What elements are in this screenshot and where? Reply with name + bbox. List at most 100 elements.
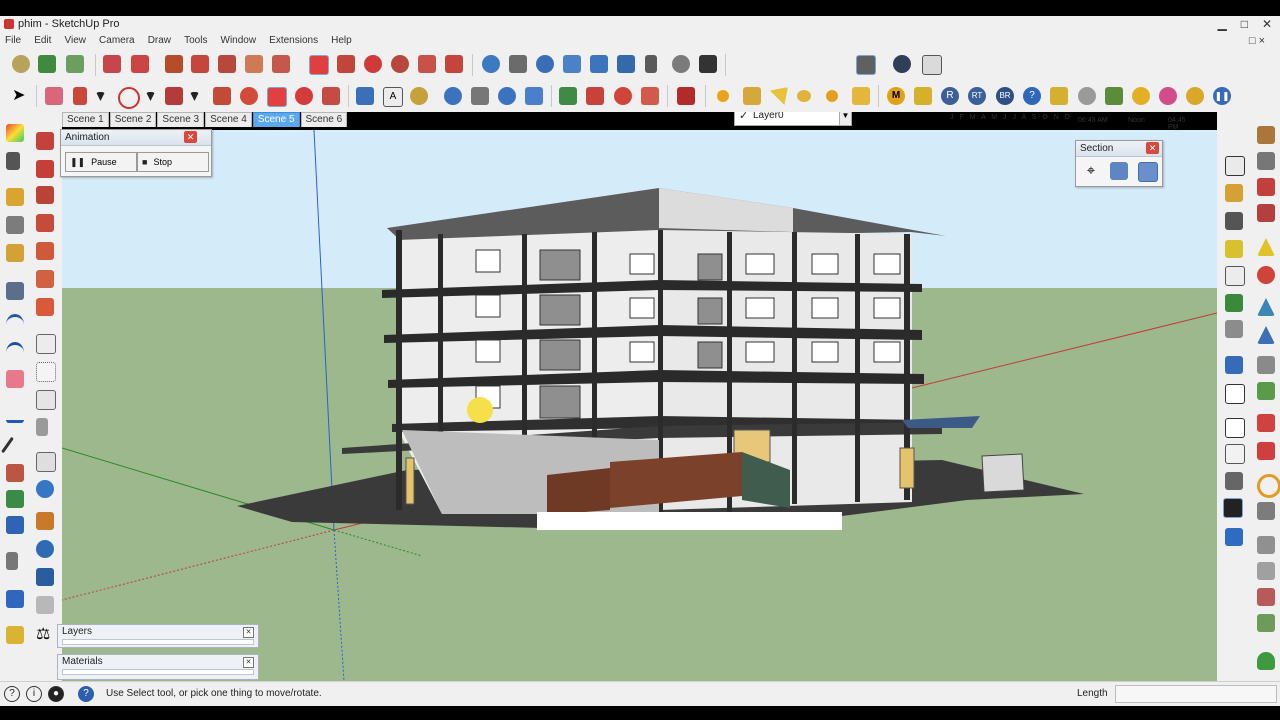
tab-scene-4[interactable]: Scene 4 xyxy=(205,112,252,127)
tab-scene-2[interactable]: Scene 2 xyxy=(109,112,157,127)
arc-2point-icon[interactable] xyxy=(6,314,24,335)
shape-icon[interactable] xyxy=(165,87,183,105)
component-icon[interactable] xyxy=(66,55,84,73)
paint-icon[interactable] xyxy=(36,512,54,530)
scale-box-icon[interactable] xyxy=(418,55,436,73)
extension-warehouse-icon[interactable] xyxy=(614,87,632,105)
intersect-red-icon[interactable] xyxy=(36,270,54,288)
pause-animation-icon[interactable]: ❚❚ xyxy=(1213,87,1231,105)
face-outline-icon[interactable] xyxy=(1225,384,1245,404)
plugin-tag2-icon[interactable] xyxy=(1050,87,1068,105)
rectangle-icon[interactable] xyxy=(131,55,149,73)
green-axis-icon[interactable] xyxy=(6,490,24,508)
cursor-plus-icon[interactable] xyxy=(6,152,20,170)
line-icon[interactable] xyxy=(1,436,14,454)
protractor-icon[interactable] xyxy=(36,390,56,410)
offset-alt-icon[interactable] xyxy=(445,55,463,73)
push-pull-red-icon[interactable] xyxy=(36,132,54,150)
push-pull-icon[interactable] xyxy=(165,55,183,73)
previous-view-icon[interactable] xyxy=(617,55,635,73)
ruby-console-icon[interactable] xyxy=(677,87,695,105)
sandbox-scratch-icon[interactable] xyxy=(6,626,24,644)
zoom-tool-icon[interactable] xyxy=(498,87,516,105)
materials-panel-header[interactable]: Materials ✕ xyxy=(58,655,258,669)
orbit-tool-icon[interactable] xyxy=(444,87,462,105)
offset-icon[interactable] xyxy=(191,55,209,73)
minimize-button[interactable]: ▁ xyxy=(1217,17,1226,31)
document-restore-controls[interactable]: □ × xyxy=(1244,34,1270,47)
dimension-icon[interactable] xyxy=(36,334,56,354)
box-outline-icon[interactable] xyxy=(1225,418,1245,438)
chevron-down-icon[interactable] xyxy=(96,92,105,101)
tab-scene-3[interactable]: Scene 3 xyxy=(157,112,205,127)
offset-red-icon[interactable] xyxy=(36,186,54,204)
plugin-tag-icon[interactable] xyxy=(914,87,932,105)
layer-visibility-icon[interactable] xyxy=(6,282,24,300)
shadows-toggle-icon[interactable] xyxy=(893,55,911,73)
pyramid-icon[interactable] xyxy=(1257,326,1275,344)
look-around-icon[interactable] xyxy=(672,55,690,73)
sandbox-stamp-icon[interactable] xyxy=(770,87,788,105)
scale-icon[interactable] xyxy=(272,55,290,73)
walk-tool-icon[interactable] xyxy=(6,552,18,570)
arrow-red-icon[interactable] xyxy=(1257,414,1275,432)
sandbox-dot-icon[interactable] xyxy=(717,90,729,102)
make-component-icon[interactable] xyxy=(6,188,24,206)
user-icon[interactable]: ● xyxy=(48,686,64,702)
box-gray-icon[interactable] xyxy=(1225,472,1243,490)
intersect-icon[interactable] xyxy=(245,55,263,73)
move-tool-icon[interactable] xyxy=(267,87,287,107)
orbit-icon[interactable] xyxy=(482,55,500,73)
plugin-r-icon[interactable]: R xyxy=(941,87,959,105)
rotate-tool-icon[interactable] xyxy=(295,87,313,105)
red-path-icon[interactable] xyxy=(1257,204,1275,222)
axes-icon[interactable] xyxy=(36,452,56,472)
plugin-br-icon[interactable]: BR xyxy=(996,87,1014,105)
menu-window[interactable]: Window xyxy=(216,34,262,46)
position-camera-icon[interactable] xyxy=(645,55,657,73)
tape-measure-icon[interactable] xyxy=(356,87,374,105)
menu-extensions[interactable]: Extensions xyxy=(264,34,323,46)
ruby-icon[interactable] xyxy=(36,596,54,614)
measurements-input[interactable] xyxy=(1115,685,1277,703)
menu-edit[interactable]: Edit xyxy=(29,34,56,46)
menu-help[interactable]: Help xyxy=(326,34,357,46)
sandbox-detail-icon[interactable] xyxy=(826,90,838,102)
lock-icon[interactable] xyxy=(38,55,56,73)
tab-scene-6[interactable]: Scene 6 xyxy=(300,112,348,127)
maximize-button[interactable]: □ xyxy=(1241,17,1248,31)
close-icon[interactable]: ✕ xyxy=(243,627,254,638)
globe-icon[interactable] xyxy=(36,480,54,498)
plugin-compass-icon[interactable] xyxy=(1186,87,1204,105)
eraser-small-icon[interactable] xyxy=(6,370,24,388)
pencil-gray-icon[interactable] xyxy=(36,418,48,436)
3d-text-icon[interactable] xyxy=(410,87,428,105)
red-extrude-icon[interactable] xyxy=(1257,442,1275,460)
mesh-green-icon[interactable] xyxy=(1257,614,1275,632)
freehand-icon[interactable] xyxy=(6,402,24,423)
move-icon[interactable] xyxy=(309,55,329,75)
box-blue-icon[interactable] xyxy=(1225,528,1243,546)
rotate-red-icon[interactable] xyxy=(36,214,54,232)
geo-location-icon[interactable]: ? xyxy=(4,686,20,702)
scene-canvas[interactable] xyxy=(62,130,1217,681)
geo-icon[interactable] xyxy=(36,540,54,558)
follow-me-icon[interactable] xyxy=(218,55,236,73)
credits-icon[interactable]: i xyxy=(26,686,42,702)
walk-icon[interactable] xyxy=(699,55,717,73)
dimension-blue-icon[interactable] xyxy=(1225,320,1243,338)
layers-panel-header[interactable]: Layers ✕ xyxy=(58,625,258,639)
text-icon[interactable]: A xyxy=(383,87,403,107)
pause-button[interactable]: ❚❚ Pause xyxy=(65,152,137,172)
follow-path-icon[interactable] xyxy=(391,55,409,73)
arc-icon[interactable] xyxy=(118,87,140,109)
send-to-layout-icon[interactable] xyxy=(641,87,659,105)
plugin-tree-icon[interactable] xyxy=(1105,87,1123,105)
pan-tool-icon[interactable] xyxy=(471,87,489,105)
cone-icon[interactable] xyxy=(1257,298,1275,316)
paint-bucket-icon[interactable] xyxy=(6,124,24,142)
follow-me-tool-icon[interactable] xyxy=(240,87,258,105)
plugin-palette-icon[interactable] xyxy=(1159,87,1177,105)
cut-icon[interactable] xyxy=(1257,152,1275,170)
face-icon[interactable] xyxy=(1225,356,1243,374)
